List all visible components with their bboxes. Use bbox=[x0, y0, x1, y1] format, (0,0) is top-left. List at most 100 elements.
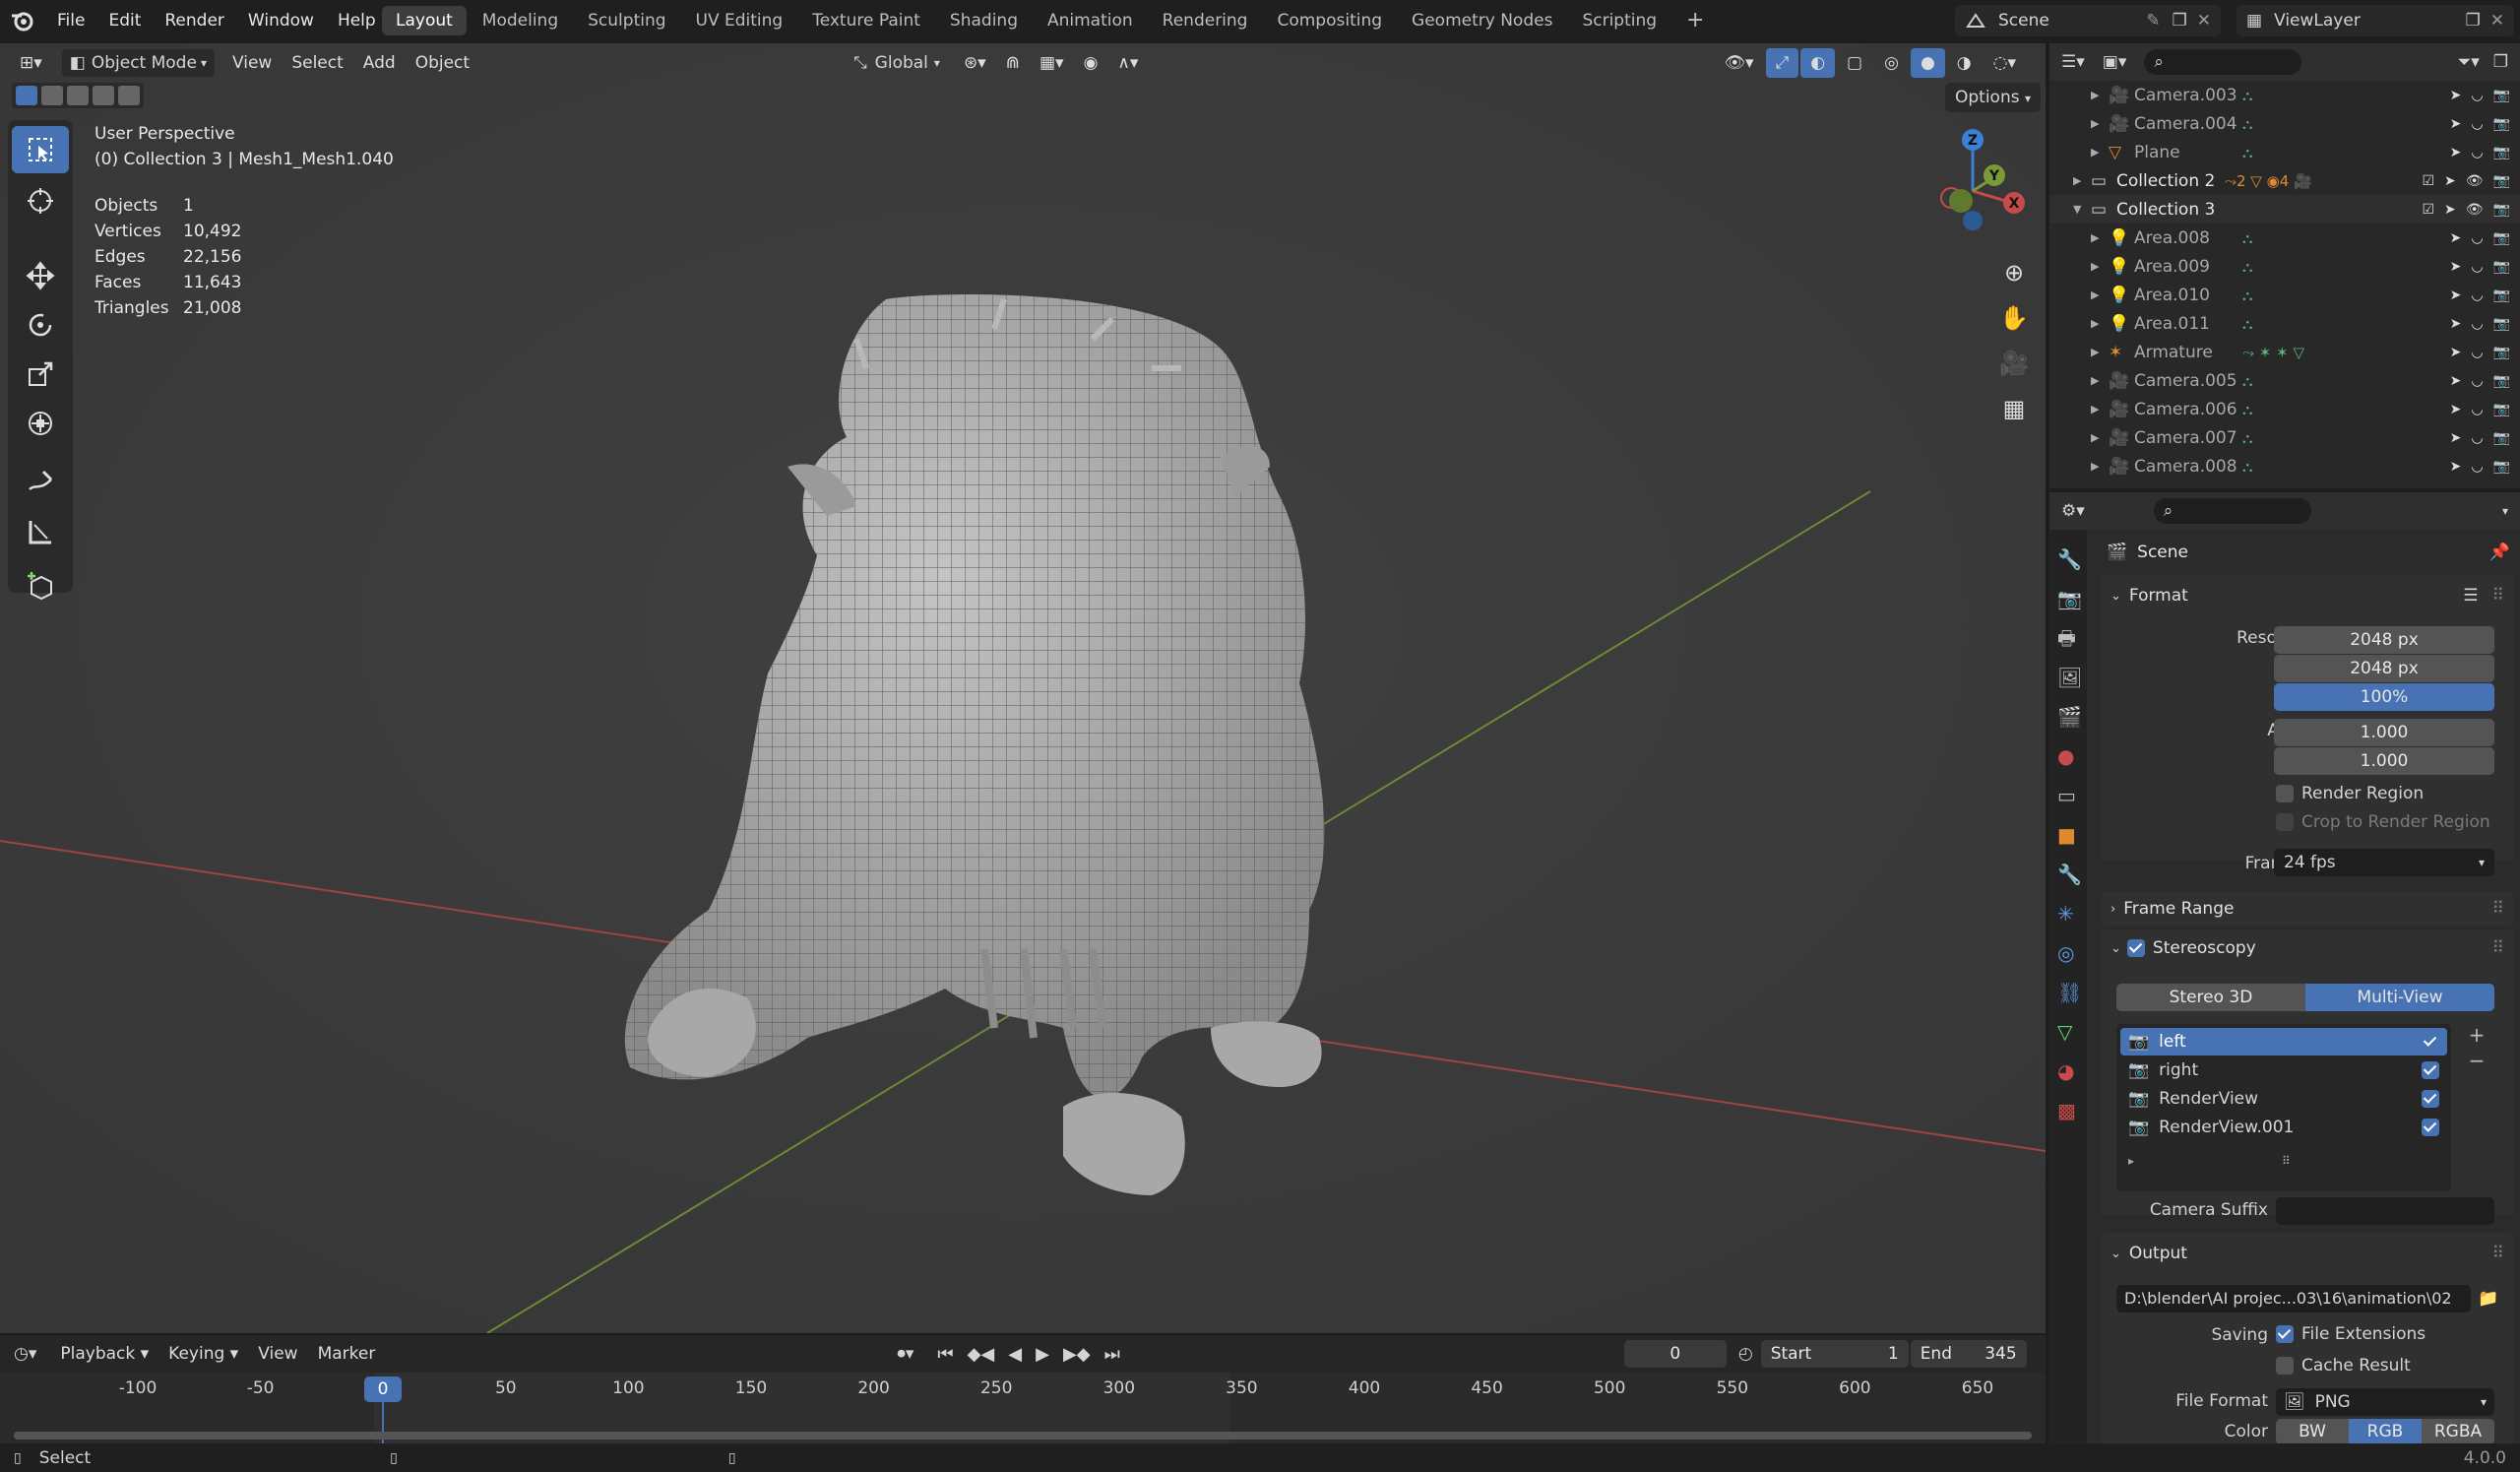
aspect-y-field[interactable]: 1.000 bbox=[2274, 747, 2494, 775]
render-icon[interactable]: 📷 bbox=[2493, 288, 2510, 303]
checkbox[interactable] bbox=[2276, 1357, 2294, 1375]
chevron-right-icon[interactable]: ▶ bbox=[2091, 231, 2109, 244]
options-dropdown[interactable]: Options ▾ bbox=[1945, 83, 2042, 112]
selectable-icon[interactable]: ➤ bbox=[2450, 402, 2462, 417]
marker-menu[interactable]: Marker bbox=[308, 1339, 386, 1369]
hide-viewport-icon[interactable]: ◡ bbox=[2471, 230, 2483, 246]
resolution-pct-field[interactable]: 100% bbox=[2274, 683, 2494, 711]
new-collection-icon[interactable]: ❐ bbox=[2493, 52, 2508, 72]
snap-icon[interactable]: ⋒ bbox=[996, 48, 1030, 78]
color-rgba-button[interactable]: RGBA bbox=[2422, 1419, 2494, 1443]
world-tab-icon[interactable]: ● bbox=[2057, 736, 2082, 776]
chevron-right-icon[interactable]: ▶ bbox=[2091, 431, 2109, 444]
list-item[interactable]: 📷 RenderView bbox=[2120, 1085, 2447, 1113]
output-header[interactable]: ⌄ Output ⠿ bbox=[2110, 1241, 2504, 1266]
annotate-tool-icon[interactable] bbox=[12, 457, 69, 504]
list-item[interactable]: 📷 left bbox=[2120, 1028, 2447, 1056]
color-bw-button[interactable]: BW bbox=[2276, 1419, 2349, 1443]
wireframe-shading-icon[interactable]: ◎ bbox=[1874, 48, 1909, 78]
timeline-scrollbar[interactable] bbox=[14, 1432, 2032, 1440]
editor-type-icon[interactable]: ⊞▾ bbox=[10, 48, 52, 78]
selectable-icon[interactable]: ➤ bbox=[2450, 288, 2462, 303]
xray-icon[interactable]: ▢ bbox=[1837, 48, 1872, 78]
properties-search-input[interactable]: ⌕ bbox=[2153, 498, 2311, 524]
hide-viewport-icon[interactable]: ◡ bbox=[2471, 430, 2483, 446]
outliner-row[interactable]: ▶ 🎥 Camera.008 ⛬ ➤ ◡ 📷 bbox=[2049, 452, 2520, 480]
tab-modeling[interactable]: Modeling bbox=[469, 6, 572, 35]
outliner-row[interactable]: ▶ ▽ Plane ⛬ ➤ ◡ 📷 bbox=[2049, 138, 2520, 166]
chevron-right-icon[interactable]: ▶ bbox=[2091, 346, 2109, 358]
aspect-x-field[interactable]: 1.000 bbox=[2274, 719, 2494, 746]
hide-viewport-icon[interactable]: ◡ bbox=[2471, 316, 2483, 332]
viewport-scene[interactable] bbox=[0, 43, 2046, 1333]
outliner-row[interactable]: ▶ 💡 Area.009 ⛬ ➤ ◡ 📷 bbox=[2049, 252, 2520, 281]
chevron-right-icon[interactable]: ▶ bbox=[2091, 317, 2109, 330]
gizmo-toggle-icon[interactable]: ⤢ bbox=[1765, 48, 1799, 78]
add-workspace-button[interactable]: + bbox=[1672, 6, 1718, 35]
transform-tool-icon[interactable] bbox=[12, 400, 69, 447]
file-extensions-checkbox[interactable]: File Extensions bbox=[2276, 1324, 2426, 1344]
render-icon[interactable]: 📷 bbox=[2493, 402, 2510, 417]
end-frame-field[interactable]: End 345 bbox=[1910, 1340, 2027, 1368]
data-tab-icon[interactable]: ▽ bbox=[2057, 1012, 2082, 1052]
overlay-toggle-icon[interactable]: ◐ bbox=[1800, 48, 1836, 78]
jump-end-icon[interactable]: ⏭ bbox=[1104, 1344, 1120, 1365]
selectable-icon[interactable]: ➤ bbox=[2450, 345, 2462, 360]
outliner-row[interactable]: ▶ 💡 Area.011 ⛬ ➤ ◡ 📷 bbox=[2049, 309, 2520, 338]
chevron-down-icon[interactable]: ▾ bbox=[2502, 504, 2508, 518]
folder-icon[interactable]: 📁 bbox=[2477, 1285, 2500, 1312]
color-rgb-button[interactable]: RGB bbox=[2349, 1419, 2422, 1443]
outliner-row[interactable]: ▶ ▭ Collection 2 ⤳2 ▽ ◉4 🎥 ☑ ➤ 👁 📷 bbox=[2049, 166, 2520, 195]
clock-icon[interactable]: ◴ bbox=[1738, 1344, 1753, 1364]
render-icon[interactable]: 📷 bbox=[2493, 316, 2510, 332]
checkbox[interactable] bbox=[2276, 813, 2294, 831]
resolution-x-field[interactable]: 2048 px bbox=[2274, 626, 2494, 654]
select-subtract-icon[interactable] bbox=[67, 86, 89, 105]
chevron-right-icon[interactable]: ▶ bbox=[2091, 146, 2109, 159]
timeline-view-menu[interactable]: View bbox=[248, 1339, 307, 1369]
list-item[interactable]: 📷 right bbox=[2120, 1056, 2447, 1084]
hide-viewport-icon[interactable]: 👁 bbox=[2466, 173, 2484, 189]
chevron-down-icon[interactable]: ▼ bbox=[2073, 203, 2091, 216]
add-cube-tool-icon[interactable] bbox=[12, 563, 69, 610]
selectable-icon[interactable]: ➤ bbox=[2450, 430, 2462, 446]
render-region-checkbox[interactable]: Render Region bbox=[2276, 784, 2424, 803]
render-icon[interactable]: 📷 bbox=[2493, 345, 2510, 360]
hide-viewport-icon[interactable]: ◡ bbox=[2471, 116, 2483, 132]
select-extend-icon[interactable] bbox=[41, 86, 63, 105]
camera-view-icon[interactable]: 🎥 bbox=[1994, 341, 2034, 386]
hide-viewport-icon[interactable]: ◡ bbox=[2471, 145, 2483, 160]
keying-menu[interactable]: Keying ▾ bbox=[158, 1339, 248, 1369]
outliner-row[interactable]: ▶ 🎥 Camera.007 ⛬ ➤ ◡ 📷 bbox=[2049, 423, 2520, 452]
resize-grip-icon[interactable]: ⠿ bbox=[2282, 1154, 2291, 1168]
outliner-row[interactable]: ▶ 💡 Area.010 ⛬ ➤ ◡ 📷 bbox=[2049, 281, 2520, 309]
hide-viewport-icon[interactable]: 👁 bbox=[2466, 202, 2484, 218]
render-icon[interactable]: 📷 bbox=[2493, 116, 2510, 132]
checkbox[interactable] bbox=[2276, 1325, 2294, 1343]
new-scene-icon[interactable]: ❐ bbox=[2173, 11, 2187, 31]
outliner-editor-icon[interactable]: ☰▾ bbox=[2061, 52, 2085, 72]
select-new-icon[interactable] bbox=[16, 86, 37, 105]
chevron-right-icon[interactable]: ▶ bbox=[2091, 117, 2109, 130]
menu-file[interactable]: File bbox=[47, 6, 94, 35]
output-path-input[interactable]: D:\blender\AI projec...03\16\animation\0… bbox=[2116, 1285, 2471, 1312]
properties-editor-icon[interactable]: ⚙▾ bbox=[2061, 501, 2085, 521]
tab-shading[interactable]: Shading bbox=[936, 6, 1032, 35]
pin-icon[interactable]: ✎ bbox=[2146, 11, 2160, 31]
transform-orientation[interactable]: ⤡ Global ▾ bbox=[853, 53, 940, 73]
selectable-icon[interactable]: ➤ bbox=[2450, 230, 2462, 246]
view-enabled-checkbox[interactable] bbox=[2422, 1090, 2439, 1108]
frame-rate-dropdown[interactable]: 24 fps ▾ bbox=[2274, 849, 2494, 876]
multi-view-button[interactable]: Multi-View bbox=[2305, 984, 2494, 1011]
timeline-editor-icon[interactable]: ◷▾ bbox=[14, 1344, 36, 1364]
tab-rendering[interactable]: Rendering bbox=[1149, 6, 1262, 35]
chevron-right-icon[interactable]: ▶ bbox=[2091, 403, 2109, 416]
outliner-row[interactable]: ▶ 🎥 Camera.005 ⛬ ➤ ◡ 📷 bbox=[2049, 366, 2520, 395]
view-layer-tab-icon[interactable]: 🖼 bbox=[2057, 658, 2082, 697]
selectable-icon[interactable]: ➤ bbox=[2444, 202, 2456, 218]
outliner-row[interactable]: ▶ 🎥 Camera.003 ⛬ ➤ ◡ 📷 bbox=[2049, 81, 2520, 109]
menu-object[interactable]: Object bbox=[406, 48, 479, 78]
pan-hand-icon[interactable]: ✋ bbox=[1994, 295, 2034, 341]
add-view-button[interactable]: + bbox=[2465, 1022, 2488, 1048]
texture-tab-icon[interactable]: ▩ bbox=[2057, 1091, 2082, 1130]
